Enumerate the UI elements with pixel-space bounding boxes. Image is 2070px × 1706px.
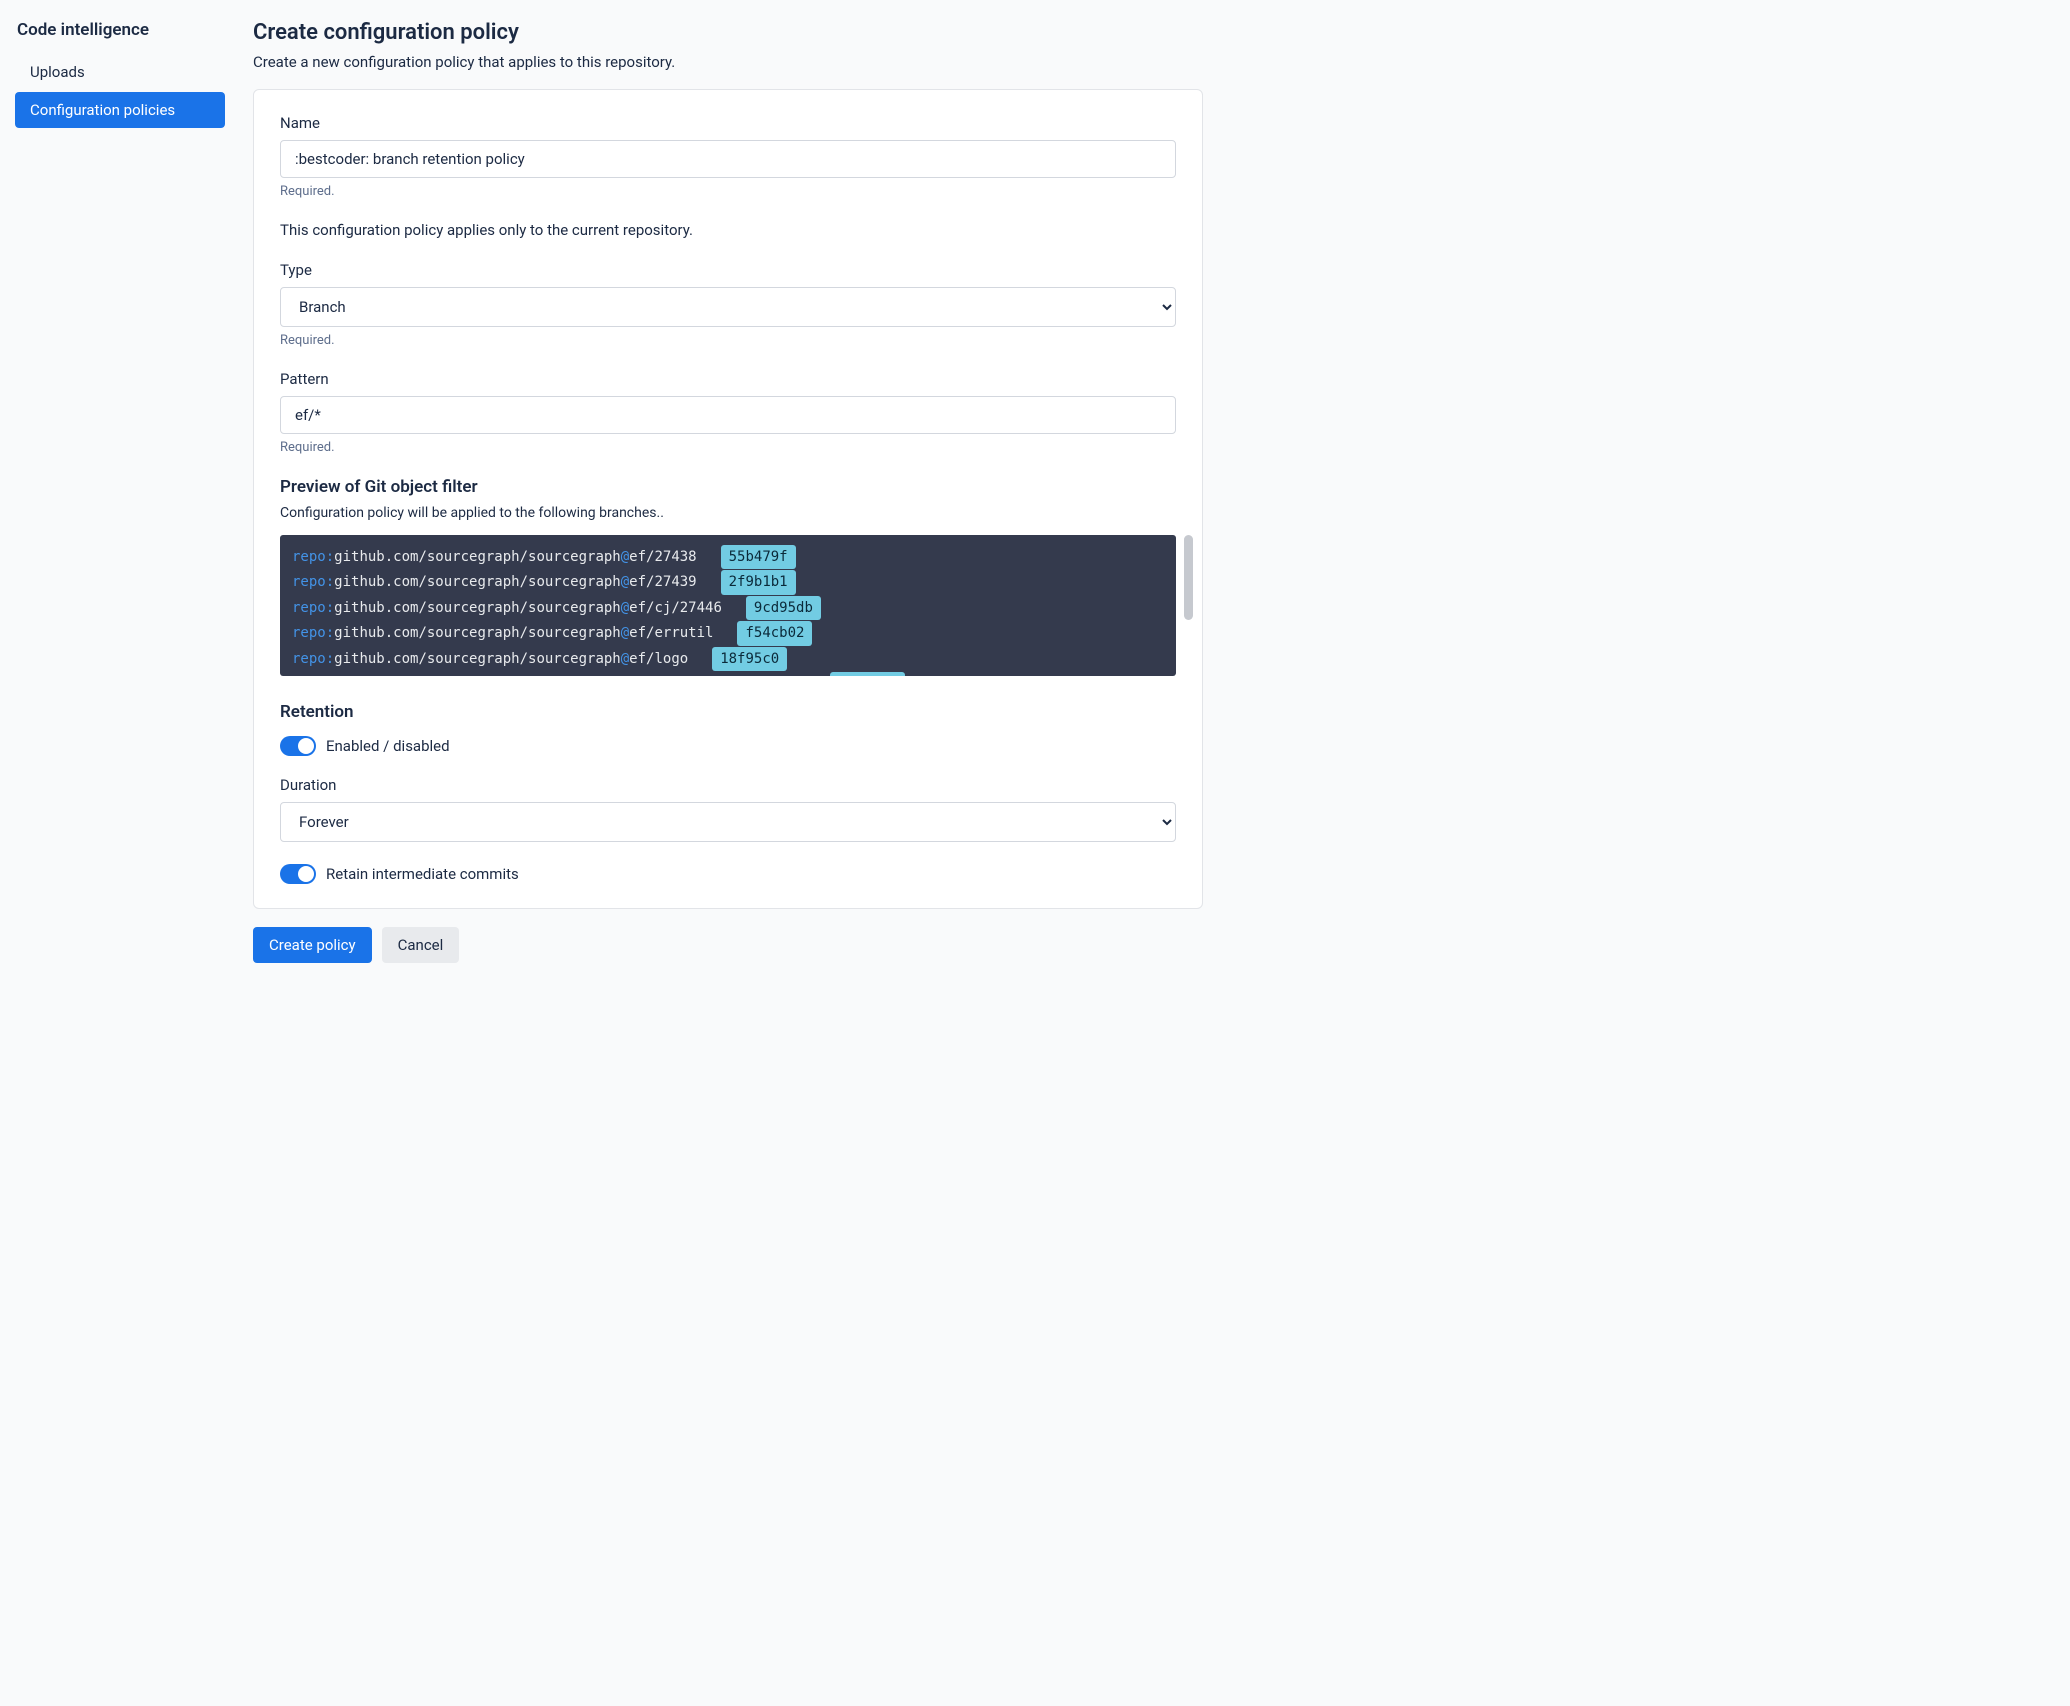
scope-text: This configuration policy applies only t… bbox=[280, 221, 1176, 239]
main-content: Create configuration policy Create a new… bbox=[253, 20, 1203, 963]
pattern-label: Pattern bbox=[280, 370, 1176, 388]
type-label: Type bbox=[280, 261, 1176, 279]
retain-intermediate-label: Retain intermediate commits bbox=[326, 865, 519, 883]
name-label: Name bbox=[280, 114, 1176, 132]
cancel-button[interactable]: Cancel bbox=[382, 927, 460, 963]
commit-badge: 9cd95db bbox=[746, 596, 821, 620]
duration-field-group: Duration Forever bbox=[280, 776, 1176, 842]
name-field-group: Name Required. bbox=[280, 114, 1176, 199]
pattern-helper: Required. bbox=[280, 440, 1176, 455]
commit-badge: f54cb02 bbox=[737, 621, 812, 645]
retain-intermediate-toggle[interactable] bbox=[280, 864, 316, 884]
retention-enabled-row: Enabled / disabled bbox=[280, 736, 1176, 756]
preview-row: repo:github.com/sourcegraph/sourcegraph@… bbox=[292, 545, 1164, 569]
page-subtitle: Create a new configuration policy that a… bbox=[253, 53, 1203, 71]
actions-row: Create policy Cancel bbox=[253, 927, 1203, 963]
commit-badge: 18f95c0 bbox=[712, 647, 787, 671]
commit-badge: 309c2aa bbox=[830, 672, 905, 676]
preview-row: repo:github.com/sourcegraph/sourcegraph@… bbox=[292, 672, 1164, 676]
type-helper: Required. bbox=[280, 333, 1176, 348]
sidebar-title: Code intelligence bbox=[15, 20, 225, 40]
preview-desc: Configuration policy will be applied to … bbox=[280, 505, 1176, 521]
name-helper: Required. bbox=[280, 184, 1176, 199]
retention-enabled-toggle[interactable] bbox=[280, 736, 316, 756]
type-select[interactable]: Branch bbox=[280, 287, 1176, 327]
duration-label: Duration bbox=[280, 776, 1176, 794]
preview-row: repo:github.com/sourcegraph/sourcegraph@… bbox=[292, 570, 1164, 594]
pattern-input[interactable] bbox=[280, 396, 1176, 434]
policy-form-card: Name Required. This configuration policy… bbox=[253, 89, 1203, 909]
commit-badge: 2f9b1b1 bbox=[721, 570, 796, 594]
preview-title: Preview of Git object filter bbox=[280, 477, 1176, 497]
preview-section: Preview of Git object filter Configurati… bbox=[280, 477, 1176, 676]
sidebar-item-uploads[interactable]: Uploads bbox=[15, 54, 225, 90]
preview-box[interactable]: repo:github.com/sourcegraph/sourcegraph@… bbox=[280, 535, 1176, 676]
retention-title: Retention bbox=[280, 702, 1176, 722]
preview-row: repo:github.com/sourcegraph/sourcegraph@… bbox=[292, 596, 1164, 620]
create-policy-button[interactable]: Create policy bbox=[253, 927, 372, 963]
preview-row: repo:github.com/sourcegraph/sourcegraph@… bbox=[292, 621, 1164, 645]
preview-scrollbar[interactable] bbox=[1184, 535, 1193, 620]
page-title: Create configuration policy bbox=[253, 20, 1203, 45]
retention-enabled-label: Enabled / disabled bbox=[326, 737, 450, 755]
duration-select[interactable]: Forever bbox=[280, 802, 1176, 842]
sidebar-item-configuration-policies[interactable]: Configuration policies bbox=[15, 92, 225, 128]
preview-row: repo:github.com/sourcegraph/sourcegraph@… bbox=[292, 647, 1164, 671]
commit-badge: 55b479f bbox=[721, 545, 796, 569]
type-field-group: Type Branch Required. bbox=[280, 261, 1176, 348]
sidebar: Code intelligence Uploads Configuration … bbox=[15, 20, 225, 963]
pattern-field-group: Pattern Required. bbox=[280, 370, 1176, 455]
name-input[interactable] bbox=[280, 140, 1176, 178]
retain-intermediate-row: Retain intermediate commits bbox=[280, 864, 1176, 884]
